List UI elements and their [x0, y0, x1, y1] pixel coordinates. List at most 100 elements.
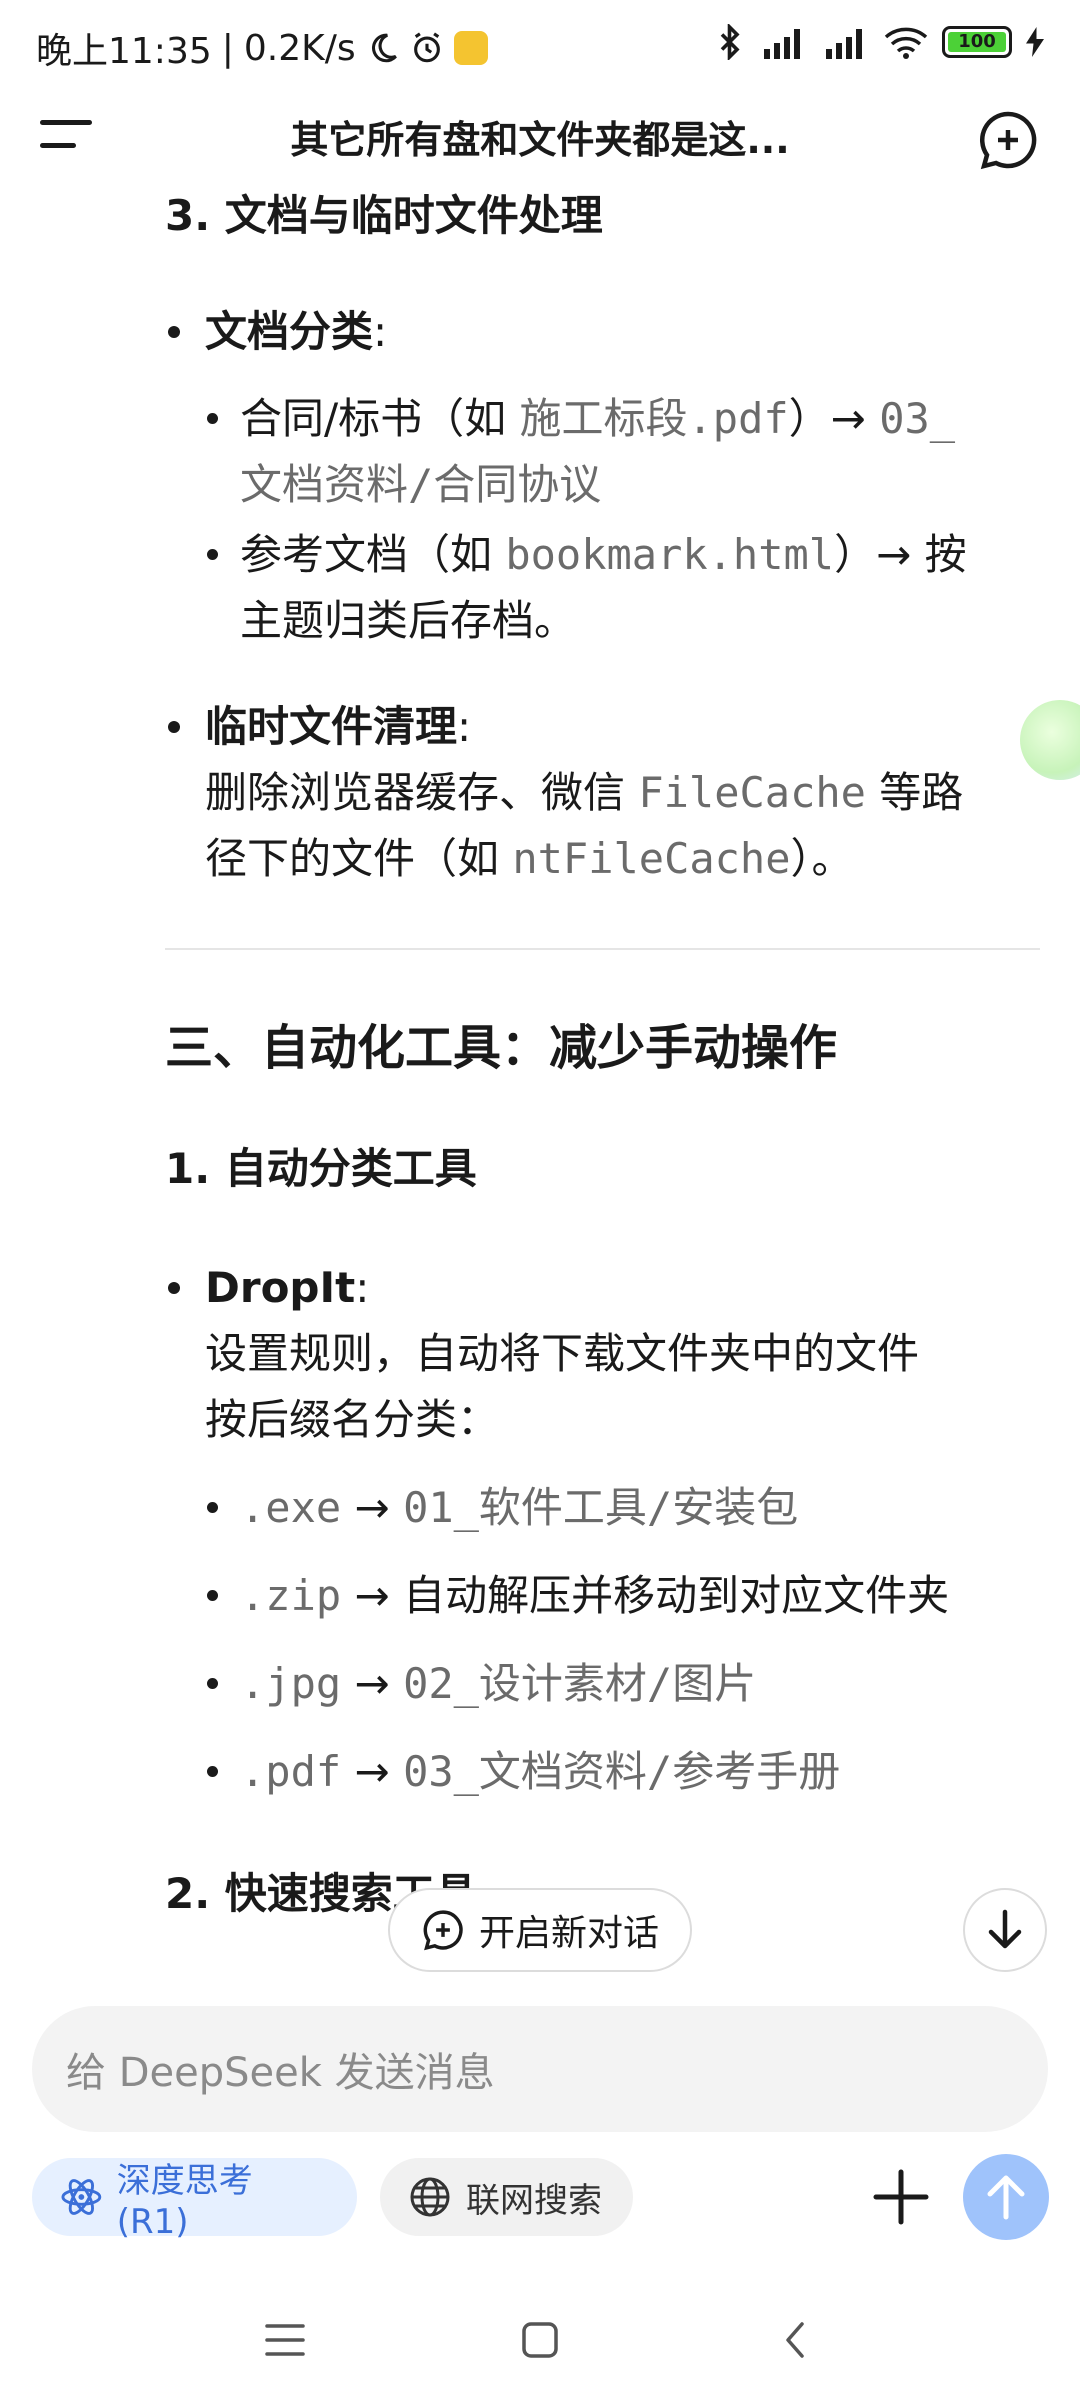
send-button[interactable] — [963, 2154, 1049, 2240]
atom-icon — [61, 2179, 102, 2215]
new-chat-button[interactable]: 开启新对话 — [388, 1888, 692, 1972]
temp-code: FileCache — [638, 768, 866, 817]
bullet-dot — [168, 1282, 180, 1294]
dropit-line2: 按后缀名分类： — [205, 1395, 500, 1444]
app-header: 其它所有盘和文件夹都是这... — [0, 90, 1080, 190]
dropit-item: DropIt: — [205, 1255, 369, 1321]
rule-item: .zip → 自动解压并移动到对应文件夹 — [240, 1563, 949, 1629]
reference-code: bookmark.html — [505, 530, 835, 579]
back-button[interactable] — [765, 2310, 825, 2370]
rule-target: 01_软件工具/安装包 — [403, 1483, 799, 1532]
rule-ext: .exe — [240, 1483, 342, 1532]
home-button[interactable] — [510, 2310, 570, 2370]
temp-text: 删除浏览器缓存、微信 — [205, 768, 639, 817]
colon: : — [355, 1263, 370, 1312]
chat-message-content: 3. 文档与临时文件处理 文档分类: 合同/标书（如 施工标段.pdf）→ 03… — [0, 180, 1080, 1960]
web-search-label: 联网搜索 — [466, 2180, 602, 2221]
deep-think-label: 深度思考 (R1) — [116, 2160, 253, 2242]
menu-icon[interactable] — [40, 120, 100, 160]
status-right: 100 — [716, 24, 1044, 60]
wifi-icon — [884, 27, 928, 59]
status-net-speed: 0.2K/s — [243, 27, 356, 69]
contract-arrow: ）→ — [788, 394, 880, 443]
rule-item: .exe → 01_软件工具/安装包 — [240, 1475, 798, 1541]
rule-ext: .zip — [240, 1571, 342, 1620]
moon-icon — [371, 33, 397, 63]
charging-icon — [1026, 27, 1044, 57]
scroll-down-button[interactable] — [963, 1888, 1047, 1972]
plus-icon[interactable] — [870, 2166, 932, 2228]
doc-class-item: 文档分类: — [205, 299, 387, 365]
arrow-down-icon — [988, 1909, 1022, 1949]
doc-class-label: 文档分类 — [205, 307, 374, 356]
app-notification-icon — [453, 31, 488, 65]
rule-arrow: → — [341, 1571, 404, 1620]
web-search-toggle[interactable]: 联网搜索 — [380, 2158, 633, 2236]
message-input-placeholder: 给 DeepSeek 发送消息 — [66, 2050, 495, 2096]
system-nav-bar — [0, 2280, 1080, 2401]
back-chevron-icon — [786, 2322, 804, 2358]
recent-apps-button[interactable] — [255, 2310, 315, 2370]
contract-item-line2: 文档资料/合同协议 — [240, 460, 602, 509]
reference-item-line2: 主题归类后存档。 — [240, 596, 577, 645]
rule-target: 03_文档资料/参考手册 — [403, 1747, 841, 1796]
signal-2-icon — [826, 29, 862, 59]
bullet-dot — [168, 721, 180, 733]
menu-lines-icon — [265, 2324, 305, 2356]
signal-icon — [764, 29, 800, 59]
square-icon — [522, 2322, 558, 2358]
section-divider — [165, 948, 1040, 950]
rule-arrow: → — [341, 1659, 404, 1708]
message-input[interactable]: 给 DeepSeek 发送消息 — [32, 2006, 1048, 2132]
dropit-line1: 设置规则，自动将下载文件夹中的文件 — [205, 1329, 920, 1378]
floating-ball-icon[interactable] — [1020, 700, 1080, 780]
contract-code: 施工标段.pdf — [519, 394, 789, 443]
bullet-dot — [207, 413, 218, 424]
status-time: 晚上11:35 — [36, 31, 212, 72]
part3-heading: 三、自动化工具：减少手动操作 — [165, 1020, 838, 1076]
new-chat-icon[interactable] — [976, 108, 1040, 172]
rule-target: 自动解压并移动到对应文件夹 — [403, 1571, 950, 1620]
new-chat-icon — [423, 1910, 463, 1951]
colon: : — [373, 307, 388, 356]
rule-ext: .jpg — [240, 1659, 342, 1708]
rule-ext: .pdf — [240, 1747, 342, 1796]
arrow-up-icon — [987, 2175, 1025, 2220]
reference-text: 参考文档（如 — [240, 530, 506, 579]
reference-arrow: ）→ 按 — [834, 530, 967, 579]
bullet-dot — [207, 1766, 218, 1777]
temp-clean-label: 临时文件清理 — [205, 702, 458, 751]
bullet-dot — [207, 1678, 218, 1689]
temp-text-2: 径下的文件（如 — [205, 834, 513, 883]
status-left: 晚上11:35 | 0.2K/s — [36, 22, 488, 74]
colon: : — [457, 702, 472, 751]
page-title: 其它所有盘和文件夹都是这... — [290, 118, 790, 162]
bullet-dot — [168, 326, 180, 338]
globe-icon — [410, 2177, 450, 2217]
alarm-icon — [413, 32, 440, 63]
temp-text-post-2: ）。 — [790, 834, 854, 883]
bullet-dot — [207, 1502, 218, 1513]
status-bar: 晚上11:35 | 0.2K/s 100 — [0, 0, 1080, 90]
temp-code-2: ntFileCache — [512, 834, 791, 883]
contract-item: 合同/标书（如 施工标段.pdf）→ 03_ — [240, 386, 955, 452]
deep-think-toggle[interactable]: 深度思考 (R1) — [32, 2158, 357, 2242]
rule-arrow: → — [341, 1747, 404, 1796]
temp-text-post: 等路 — [865, 768, 964, 817]
bluetooth-icon — [720, 24, 740, 60]
status-separator: | — [221, 27, 234, 69]
contract-path: 03_ — [879, 394, 956, 443]
temp-clean-line1: 删除浏览器缓存、微信 FileCache 等路 — [205, 760, 963, 826]
bullet-dot — [207, 549, 218, 560]
rule-item: .jpg → 02_设计素材/图片 — [240, 1651, 756, 1717]
new-chat-label: 开启新对话 — [478, 1913, 659, 1954]
temp-clean-item: 临时文件清理: — [205, 694, 471, 760]
rule-item: .pdf → 03_文档资料/参考手册 — [240, 1739, 840, 1805]
battery-level: 100 — [948, 32, 1006, 52]
dropit-label: DropIt — [205, 1263, 356, 1312]
tool1-heading: 1. 自动分类工具 — [165, 1144, 477, 1193]
rule-arrow: → — [341, 1483, 404, 1532]
bullet-dot — [207, 1590, 218, 1601]
section-heading-3: 3. 文档与临时文件处理 — [165, 191, 603, 240]
temp-clean-line2: 径下的文件（如 ntFileCache）。 — [205, 826, 854, 892]
